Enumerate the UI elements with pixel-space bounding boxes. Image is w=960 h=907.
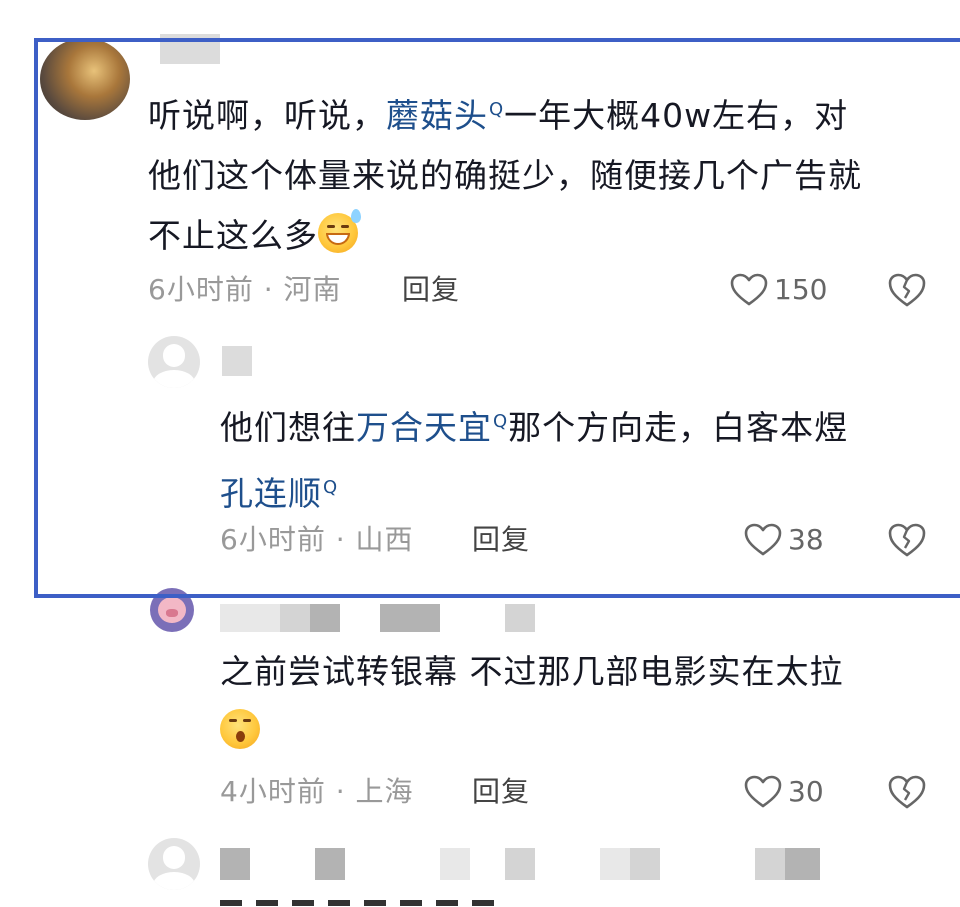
heart-outline-icon bbox=[744, 523, 782, 556]
comment-text-cutoff bbox=[220, 896, 520, 907]
avatar[interactable] bbox=[148, 336, 200, 388]
like-button[interactable]: 150 bbox=[730, 270, 827, 310]
avatar[interactable] bbox=[150, 588, 194, 632]
like-count: 150 bbox=[774, 273, 828, 306]
timestamp: 6小时前 bbox=[220, 523, 326, 556]
username-redacted[interactable] bbox=[220, 848, 820, 880]
comment-meta: 6小时前 · 山西 bbox=[220, 523, 414, 556]
heart-outline-icon bbox=[730, 273, 768, 306]
grimace-sweat-emoji-icon bbox=[318, 209, 361, 253]
like-count: 38 bbox=[788, 523, 824, 556]
username-redacted[interactable] bbox=[222, 346, 252, 376]
like-button[interactable]: 38 bbox=[744, 520, 824, 560]
search-link[interactable]: 万合天宜Q bbox=[356, 408, 508, 447]
username-redacted[interactable] bbox=[160, 34, 220, 64]
comment-line: 不止这么多 bbox=[148, 206, 938, 266]
comment-line bbox=[220, 702, 920, 762]
reply-button[interactable]: 回复 bbox=[402, 270, 460, 310]
comment-meta: 6小时前 · 河南 bbox=[148, 273, 342, 306]
search-link[interactable]: 孔连顺Q bbox=[220, 474, 338, 513]
comment-text: 听说啊，听说，蘑菇头Q一年大概40w左右，对 他们这个体量来说的确挺少，随便接几… bbox=[148, 80, 938, 266]
username-redacted[interactable] bbox=[220, 604, 540, 632]
timestamp: 4小时前 bbox=[220, 775, 326, 808]
search-icon: Q bbox=[489, 99, 505, 120]
search-link[interactable]: 蘑菇头Q bbox=[386, 96, 504, 135]
timestamp: 6小时前 bbox=[148, 273, 254, 306]
location: 山西 bbox=[355, 523, 414, 556]
broken-heart-icon[interactable] bbox=[888, 272, 926, 308]
comment-line: 之前尝试转银幕 不过那几部电影实在太拉 bbox=[220, 652, 844, 691]
comment-line: 孔连顺Q bbox=[220, 458, 920, 524]
location: 上海 bbox=[355, 775, 414, 808]
broken-heart-icon[interactable] bbox=[888, 522, 926, 558]
comment-line: 听说啊，听说，蘑菇头Q一年大概40w左右，对 bbox=[148, 96, 849, 135]
broken-heart-icon[interactable] bbox=[888, 774, 926, 810]
comment-line: 他们这个体量来说的确挺少，随便接几个广告就 bbox=[148, 156, 862, 195]
reply-button[interactable]: 回复 bbox=[472, 772, 530, 812]
avatar[interactable] bbox=[40, 38, 130, 120]
heart-outline-icon bbox=[744, 775, 782, 808]
surprised-face-emoji-icon bbox=[220, 709, 260, 749]
like-button[interactable]: 30 bbox=[744, 772, 824, 812]
location: 河南 bbox=[283, 273, 342, 306]
like-count: 30 bbox=[788, 775, 824, 808]
comment-text: 他们想往万合天宜Q那个方向走，白客本煜 孔连顺Q bbox=[220, 392, 920, 524]
search-icon: Q bbox=[493, 411, 509, 432]
search-icon: Q bbox=[323, 477, 339, 498]
reply-button[interactable]: 回复 bbox=[472, 520, 530, 560]
comment-line: 他们想往万合天宜Q那个方向走，白客本煜 bbox=[220, 408, 849, 447]
comment-meta: 4小时前 · 上海 bbox=[220, 775, 414, 808]
comment-text: 之前尝试转银幕 不过那几部电影实在太拉 bbox=[220, 642, 920, 762]
avatar[interactable] bbox=[148, 838, 200, 890]
